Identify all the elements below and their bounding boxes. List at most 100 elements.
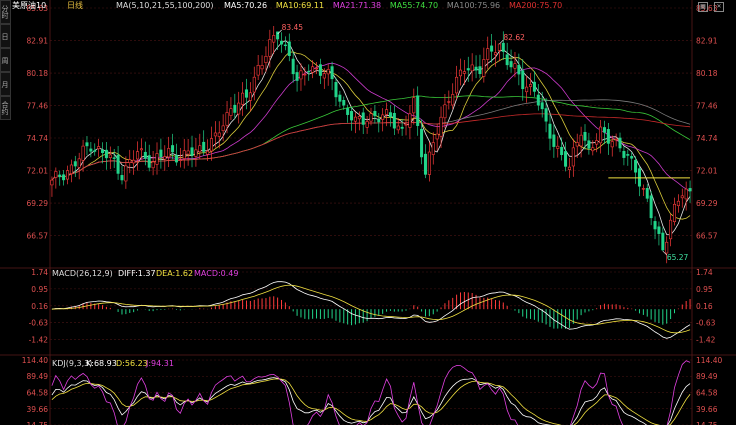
candle-body: [532, 81, 536, 92]
period-label[interactable]: 日线: [67, 0, 83, 10]
candle-body: [147, 155, 151, 168]
candle-body: [649, 195, 653, 219]
side-tab[interactable]: 分时: [0, 0, 11, 24]
candle-body: [583, 131, 587, 141]
macd-legend: MACD(26,12,9) DIFF:1.37 DEA:1.62 MACD:0.49: [52, 269, 239, 278]
grid-icon[interactable]: ▦: [698, 2, 708, 12]
candle-body: [307, 70, 311, 73]
candle-body: [139, 148, 143, 151]
candle-body: [684, 188, 688, 200]
candle-body: [661, 232, 665, 251]
candle-body: [501, 42, 505, 52]
y-tick-label: -1.42: [696, 336, 716, 345]
kdj-legend-item: J:94.31: [145, 359, 174, 368]
candle-body: [93, 150, 97, 152]
candle-body: [136, 151, 140, 160]
candle-body: [178, 159, 182, 161]
candle-body: [361, 112, 365, 125]
candle-body: [544, 108, 548, 122]
candle-body: [326, 69, 330, 75]
candle-body: [369, 113, 373, 122]
candle-body: [357, 115, 361, 120]
candle-body: [556, 145, 560, 149]
candle-body: [392, 112, 396, 129]
candle-body: [132, 159, 136, 164]
candle-body: [571, 147, 575, 167]
candle-body: [490, 45, 494, 52]
side-tab[interactable]: 周: [0, 48, 11, 72]
candle-body: [474, 66, 478, 71]
candle-body: [423, 153, 427, 175]
candle-body: [167, 148, 171, 158]
candle-body: [525, 86, 529, 93]
y-tick-label: 1.74: [31, 268, 48, 277]
top-icons: ▦ ✕: [698, 2, 724, 12]
candle-body: [303, 73, 307, 76]
candle-body: [458, 69, 462, 77]
candle-body: [447, 101, 451, 103]
candle-body: [69, 164, 73, 174]
candle-body: [365, 121, 369, 128]
ma-legend-item: MA5:70.26: [224, 1, 267, 10]
y-tick-label: 39.66: [696, 405, 718, 414]
candle-body: [77, 158, 81, 168]
candle-body: [494, 52, 498, 56]
side-tab[interactable]: 月: [0, 72, 11, 96]
candle-body: [669, 219, 673, 240]
y-tick-label: 0.16: [696, 302, 713, 311]
candle-body: [548, 123, 552, 139]
candle-body: [536, 94, 540, 106]
candle-body: [455, 76, 459, 94]
candle-body: [280, 40, 284, 45]
y-tick-label: 82.91: [696, 36, 718, 45]
candle-body: [322, 73, 326, 79]
candlesticks: [50, 25, 692, 264]
y-tick-label: 80.18: [27, 69, 49, 78]
candle-body: [233, 104, 237, 113]
candle-body: [599, 126, 603, 144]
candle-body: [194, 149, 198, 157]
candle-body: [315, 67, 319, 70]
candle-body: [217, 132, 221, 137]
candle-body: [229, 108, 233, 116]
candle-body: [112, 157, 116, 159]
candle-body: [688, 188, 692, 192]
chart-canvas: 85.6382.9180.1877.4674.7472.0169.2966.57…: [0, 0, 736, 425]
candle-body: [482, 59, 486, 77]
kdj-legend: KDJ(9,3,3)K:68.93 D:56.23J:94.31: [52, 359, 174, 368]
candle-body: [676, 200, 680, 207]
candle-body: [334, 82, 338, 98]
candle-body: [283, 44, 287, 47]
candle-body: [330, 66, 334, 80]
candle-body: [579, 134, 583, 147]
candle-body: [564, 151, 568, 167]
candle-body: [517, 64, 521, 75]
candle-body: [427, 151, 431, 175]
candle-body: [575, 142, 579, 147]
candle-body: [653, 221, 657, 230]
candle-body: [62, 174, 66, 181]
side-tab[interactable]: 日: [0, 24, 11, 48]
candle-body: [116, 154, 120, 174]
y-tick-label: 114.40: [22, 356, 48, 365]
y-tick-label: 0.95: [696, 285, 713, 294]
ma-legend: MA5:70.26 MA10:69.11 MA21:71.38 MA55:74.70 M…: [224, 1, 562, 10]
y-tick-label: -1.42: [29, 336, 49, 345]
candle-body: [58, 174, 62, 178]
side-tab[interactable]: 合约: [0, 96, 11, 120]
y-tick-label: 14.75: [696, 421, 718, 425]
candle-body: [377, 119, 381, 123]
candle-body: [451, 94, 455, 106]
candle-body: [244, 89, 248, 98]
candle-body: [128, 159, 132, 163]
candle-body: [287, 41, 291, 56]
candle-body: [174, 155, 178, 163]
y-tick-label: -0.63: [29, 319, 49, 328]
y-tick-label: 80.18: [696, 69, 718, 78]
close-icon[interactable]: ✕: [714, 2, 724, 12]
candle-body: [509, 61, 513, 68]
candle-body: [606, 129, 610, 144]
candle-body: [291, 58, 295, 75]
chart-title: 美原油10: [12, 0, 46, 10]
candle-body: [645, 187, 649, 199]
